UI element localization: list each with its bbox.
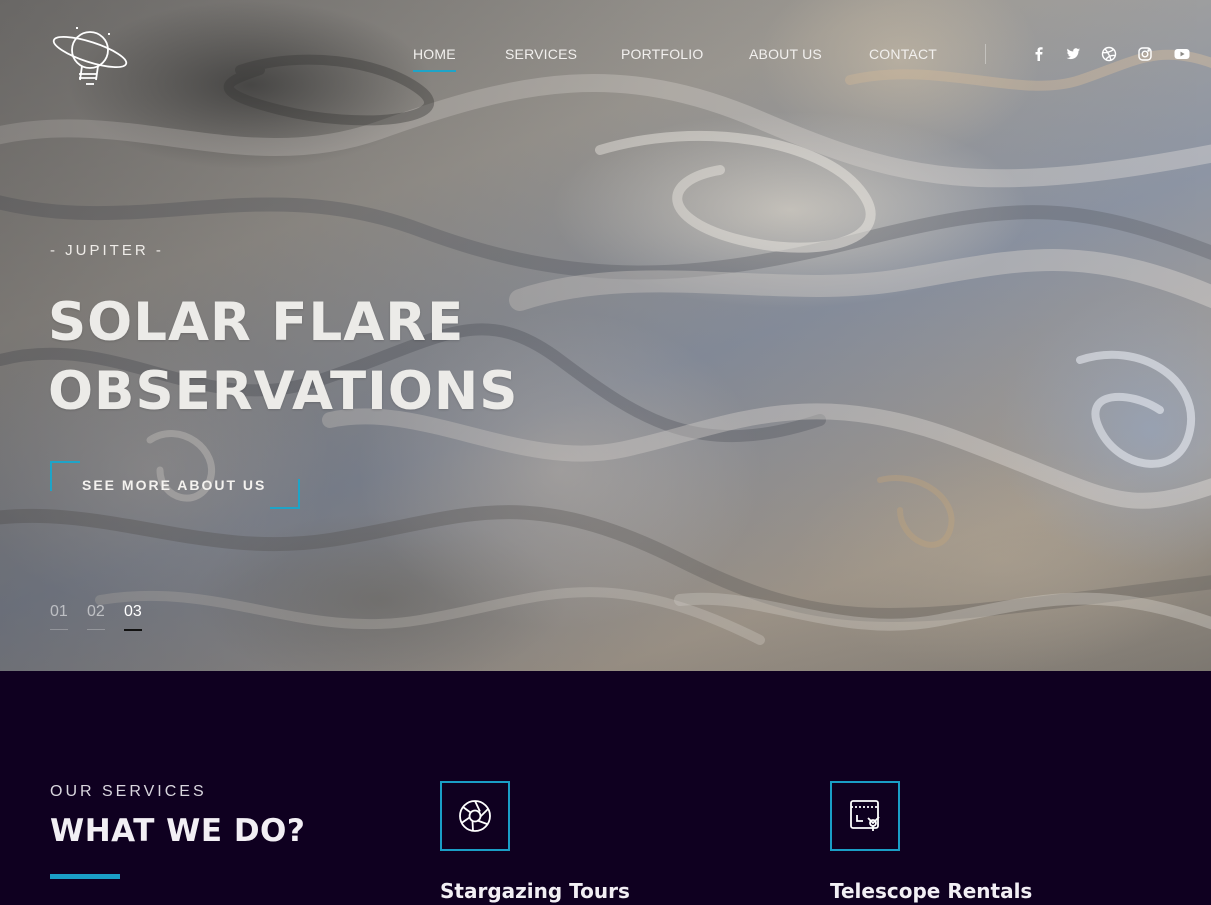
- logo[interactable]: [50, 22, 130, 88]
- services-kicker: OUR SERVICES: [50, 783, 207, 800]
- services-section: OUR SERVICES WHAT WE DO? Stargazing Tour…: [0, 671, 1211, 905]
- nav-services[interactable]: SERVICES: [505, 46, 577, 62]
- service-name: Telescope Rentals: [830, 879, 1033, 903]
- hero-headline-line2: OBSERVATIONS: [48, 361, 519, 422]
- slide-02-button[interactable]: 02: [87, 603, 105, 630]
- hero-banner: HOME SERVICES PORTFOLIO ABOUT US CONTACT…: [0, 0, 1211, 671]
- services-title: WHAT WE DO?: [50, 813, 306, 849]
- slide-03-button[interactable]: 03: [124, 603, 142, 631]
- youtube-icon[interactable]: [1173, 45, 1191, 63]
- nav-contact[interactable]: CONTACT: [869, 46, 937, 62]
- planet-bulb-logo-icon: [52, 27, 128, 85]
- see-more-button[interactable]: SEE MORE ABOUT US: [50, 461, 300, 509]
- hero-headline-line1: SOLAR FLARE: [48, 292, 465, 353]
- nav-home[interactable]: HOME: [413, 46, 456, 72]
- service-icon-box: [440, 781, 510, 851]
- dribbble-icon[interactable]: [1100, 45, 1118, 63]
- slide-01-button[interactable]: 01: [50, 603, 68, 630]
- service-icon-box: [830, 781, 900, 851]
- nav-about-us[interactable]: ABOUT US: [749, 46, 822, 62]
- facebook-icon[interactable]: [1030, 45, 1048, 63]
- nav-portfolio[interactable]: PORTFOLIO: [621, 46, 703, 62]
- hero-headline: SOLAR FLARE OBSERVATIONS: [48, 288, 518, 426]
- hero-kicker: - JUPITER -: [50, 242, 164, 259]
- aperture-icon: [459, 800, 491, 832]
- title-underline: [50, 874, 120, 879]
- instagram-icon[interactable]: [1136, 45, 1154, 63]
- screen-cursor-icon: [850, 800, 880, 831]
- twitter-icon[interactable]: [1064, 45, 1082, 63]
- see-more-button-label: SEE MORE ABOUT US: [82, 477, 267, 493]
- nav-divider: [985, 44, 986, 64]
- service-name: Stargazing Tours: [440, 879, 630, 903]
